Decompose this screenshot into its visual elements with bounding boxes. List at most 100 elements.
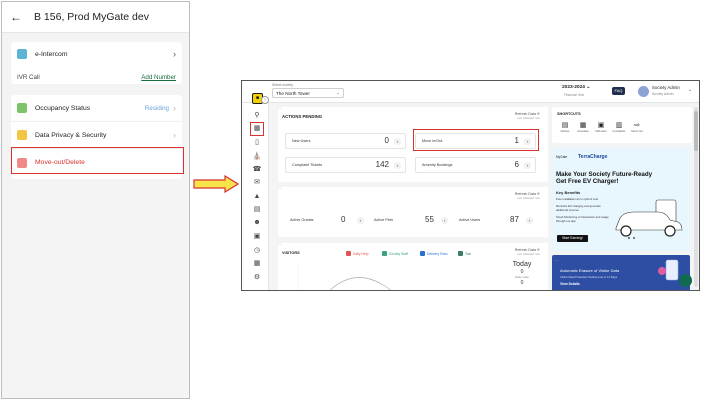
users-icon[interactable]: ☻ (252, 218, 262, 228)
tile-amenity-bookings[interactable]: Amenity Bookings 6 › (415, 157, 536, 173)
avatar[interactable] (638, 86, 649, 97)
privacy-icon (17, 130, 27, 140)
mini-active-pets[interactable]: Active Pets 55 › (370, 213, 450, 229)
shortcut-label: Move Out (631, 130, 643, 133)
shortcut-amenities[interactable]: ▦ Amenities (576, 122, 590, 133)
chat-fab-button[interactable] (679, 274, 692, 287)
shortcut-notices[interactable]: ▤ Notices (558, 122, 572, 133)
building-icon[interactable]: ⛪ (252, 152, 262, 162)
refresh-caption: Last refreshed: now (517, 117, 540, 120)
legend-delivery-exec[interactable]: Delivery Exec (420, 251, 448, 256)
expand-sidebar-icon[interactable]: › (261, 96, 269, 104)
shortcut-move-out[interactable]: ⇨ Move Out (630, 122, 644, 133)
back-arrow-icon[interactable]: ← (10, 10, 22, 24)
legend-label: Daily Help (353, 251, 369, 256)
helpdesk-icon[interactable]: ☎ (252, 165, 262, 175)
tile-complaint-tickets[interactable]: Complaint Tickets 142 › (285, 157, 406, 173)
occupancy-row[interactable]: Occupancy Status Residing › (11, 95, 182, 122)
legend-daily-help[interactable]: Daily Help (346, 251, 368, 256)
clock-icon[interactable]: ◷ (252, 246, 262, 256)
page-title: B 156, Prod MyGate dev (34, 11, 149, 23)
ad-key-benefits: Key Benefits (556, 190, 581, 195)
tile-label: New Users (292, 139, 311, 143)
chevron-right-icon[interactable]: › (524, 162, 531, 169)
ad-bullet: Monetize EV charging and generate additi… (556, 204, 601, 212)
wallet-icon[interactable]: ▤ (252, 205, 262, 215)
visitors-panel: ⋯ VISITORS Daily Help Society Staff Deli… (278, 242, 548, 290)
refresh-button[interactable]: Refresh Data ⟳ (515, 248, 540, 252)
shortcut-add-users[interactable]: ▣ Add users (594, 122, 608, 133)
ev-car-illustration (615, 199, 683, 239)
legend-label: Taxi (465, 251, 472, 256)
legend-taxi[interactable]: Taxi (458, 251, 471, 256)
mini-value: 55 (425, 215, 434, 224)
chevron-right-icon[interactable]: › (526, 217, 533, 224)
phone-header: ← B 156, Prod MyGate dev (2, 2, 189, 33)
legend-society-staff[interactable]: Society Staff (382, 251, 408, 256)
privacy-row[interactable]: Data Privacy & Security › (11, 122, 182, 149)
chevron-right-icon[interactable]: › (394, 138, 401, 145)
mini-active-users[interactable]: Active Users 87 › (455, 213, 535, 229)
drag-handle-icon[interactable]: ⋯ (278, 106, 282, 111)
tile-value: 0 (384, 136, 389, 145)
checkbox-icon (458, 251, 463, 256)
mini-value: 0 (341, 215, 346, 224)
chart-curve (329, 277, 391, 290)
financial-year-select[interactable]: 2023-2024 ⌄ (562, 85, 590, 90)
moveout-highlight-box (11, 147, 184, 174)
gear-icon[interactable]: ⚙ (252, 273, 262, 283)
tile-new-users[interactable]: New Users 0 › (285, 133, 406, 149)
intercom-label: e-Intercom (35, 50, 68, 58)
mini-label: Active Guests (290, 218, 314, 222)
visitor-data-banner[interactable]: ⋯ Automatic Erasure of Visitor Data Visi… (552, 255, 690, 290)
ad-partner-brand: TerraCharge (578, 154, 608, 160)
chevron-right-icon: › (173, 130, 176, 140)
door-icon[interactable]: ▯ (252, 138, 262, 148)
ad-bullet: Free installation at no upfront cost (556, 197, 599, 201)
shortcut-complaints[interactable]: ▥ Complaints (612, 122, 626, 133)
mini-label: Active Pets (374, 218, 393, 222)
calendar-icon[interactable]: ▦ (252, 259, 262, 269)
chevron-right-icon: › (173, 49, 176, 59)
shortcuts-panel: SHORTCUTS ▤ Notices ▦ Amenities ▣ Add users… (552, 107, 692, 143)
add-number-link[interactable]: Add Number (141, 74, 176, 81)
checkbox-icon (420, 251, 425, 256)
society-name: The North Tower (276, 90, 310, 96)
ev-charger-ad[interactable]: MyGate TerraCharge Make Your Society Fut… (552, 148, 690, 251)
chevron-right-icon[interactable]: › (357, 217, 364, 224)
right-arrow-icon (193, 175, 239, 193)
mini-active-guests[interactable]: Active Guests 0 › (286, 213, 366, 229)
intercom-row[interactable]: e-Intercom › (11, 42, 182, 66)
visitors-chart (298, 263, 391, 290)
checkbox-icon (346, 251, 351, 256)
user-role: Society Admin (652, 92, 674, 96)
chevron-right-icon[interactable]: › (441, 217, 448, 224)
drag-handle-icon[interactable]: ⋯ (278, 186, 282, 191)
tile-value: 6 (514, 160, 519, 169)
search-icon[interactable]: ⚲ (252, 111, 262, 121)
chart-icon[interactable]: ▲ (252, 192, 262, 202)
ad-headline: Make Your Society Future-Ready Get Free … (556, 171, 653, 186)
scrollbar-thumb[interactable] (694, 111, 698, 151)
ad-bullet: Smart Monitoring of transaction and usag… (556, 215, 609, 223)
refresh-button[interactable]: Refresh Data ⟳ (515, 112, 540, 116)
stats-panel: ⋯ Refresh Data ⟳ Last refreshed: now Act… (278, 186, 548, 237)
start-earning-button[interactable]: Start Earning! (557, 235, 588, 242)
chevron-down-icon[interactable]: ⌄ (688, 87, 692, 93)
intercom-card: e-Intercom › IVR Call Add Number (11, 42, 182, 84)
view-details-link[interactable]: View Details (560, 282, 580, 286)
legend-label: Delivery Exec (427, 251, 448, 256)
chat-icon[interactable]: ✉ (252, 178, 262, 188)
chevron-right-icon[interactable]: › (394, 162, 401, 169)
financial-year-caption: Financial Year (564, 93, 585, 97)
move-in-out-highlight-box (413, 129, 539, 151)
tile-label: Complaint Tickets (292, 163, 322, 167)
drag-handle-icon[interactable]: ⋯ (278, 242, 282, 247)
society-select[interactable]: The North Tower ⌄ (272, 88, 344, 98)
mini-label: Active Users (459, 218, 481, 222)
card-icon[interactable]: ▣ (252, 232, 262, 242)
drag-handle-icon[interactable]: ⋯ (555, 258, 559, 263)
today-label: Today (512, 261, 532, 268)
refresh-button[interactable]: Refresh Data ⟳ (515, 192, 540, 196)
faq-button[interactable]: FAQ (612, 87, 625, 95)
